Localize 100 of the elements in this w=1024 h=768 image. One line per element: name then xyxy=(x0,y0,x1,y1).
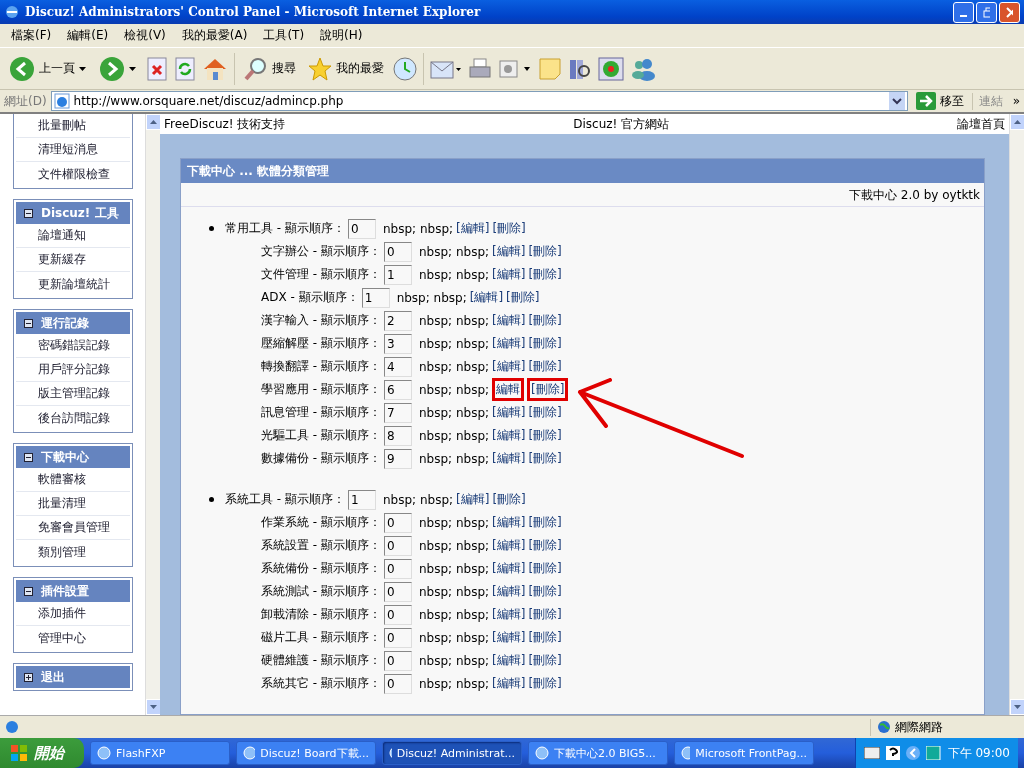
order-field[interactable]: 7 xyxy=(383,402,412,423)
edit-link[interactable]: [編輯] xyxy=(492,312,526,329)
network-icon[interactable] xyxy=(925,746,942,760)
edit-link[interactable]: [編輯] xyxy=(492,358,526,375)
scrollbar[interactable] xyxy=(145,114,160,715)
order-field[interactable]: 8 xyxy=(383,425,412,446)
order-field[interactable]: 0 xyxy=(383,581,412,602)
keyboard-icon[interactable] xyxy=(863,747,880,759)
edit-link[interactable]: [編輯] xyxy=(492,266,526,283)
delete-link[interactable]: [刪除] xyxy=(528,358,562,375)
order-field[interactable]: 0 xyxy=(383,558,412,579)
up-arrow-icon[interactable] xyxy=(150,120,157,124)
address-field[interactable]: http://www.orsquare.net/discuz/admincp.php xyxy=(50,91,908,111)
sidebar-item[interactable]: 軟體審核 xyxy=(16,468,130,492)
top-link[interactable]: Discuz! 官方網站 xyxy=(573,115,670,133)
more-button[interactable]: » xyxy=(1012,94,1020,108)
scrollbar[interactable] xyxy=(1009,114,1024,715)
edit-link[interactable]: [編輯] xyxy=(492,629,526,646)
delete-link[interactable]: [刪除] xyxy=(528,266,562,283)
edit-link[interactable]: [編輯] xyxy=(492,583,526,600)
delete-link[interactable]: [刪除] xyxy=(492,491,526,508)
delete-link[interactable]: [刪除] xyxy=(528,514,562,531)
sidebar-group-header[interactable]: 下載中心 xyxy=(16,446,130,468)
sidebar-item[interactable]: 更新論壇統計 xyxy=(16,272,130,296)
sidebar-item[interactable]: 更新緩存 xyxy=(16,248,130,272)
order-field[interactable]: 0 xyxy=(383,673,412,694)
order-field[interactable]: 0 xyxy=(383,604,412,625)
order-field[interactable]: 3 xyxy=(383,333,412,354)
up-arrow-icon[interactable] xyxy=(1014,120,1021,124)
order-field[interactable]: 0 xyxy=(383,650,412,671)
sidebar-item[interactable]: 免審會員管理 xyxy=(16,516,130,540)
delete-link[interactable]: [刪除] xyxy=(528,652,562,669)
down-arrow-icon[interactable] xyxy=(150,705,157,709)
flower-icon[interactable] xyxy=(598,56,624,81)
home-icon[interactable] xyxy=(202,56,228,81)
order-field[interactable]: 9 xyxy=(383,448,412,469)
delete-link[interactable]: [刪除] xyxy=(528,629,562,646)
edit-link[interactable]: 編輯 xyxy=(492,378,525,401)
menu-item[interactable]: 工具(T) xyxy=(256,25,312,46)
delete-link[interactable]: [刪除] xyxy=(506,289,540,306)
edit-link[interactable]: [編輯] xyxy=(492,537,526,554)
sidebar-item[interactable]: 後台訪問記錄 xyxy=(16,406,130,430)
delete-link[interactable]: [刪除] xyxy=(528,583,562,600)
order-field[interactable]: 0 xyxy=(383,627,412,648)
delete-link[interactable]: [刪除] xyxy=(528,450,562,467)
people-icon[interactable] xyxy=(630,56,656,81)
sidebar-item[interactable]: 用戶評分記錄 xyxy=(16,358,130,382)
sidebar-group-header[interactable]: 插件設置 xyxy=(16,580,130,602)
delete-link[interactable]: [刪除] xyxy=(528,427,562,444)
order-field[interactable]: 0 xyxy=(383,512,412,533)
go-button[interactable]: 移至 xyxy=(911,92,968,110)
order-field[interactable]: 1 xyxy=(347,489,376,510)
dropdown-icon[interactable] xyxy=(888,92,905,110)
top-link[interactable]: FreeDiscuz! 技術支持 xyxy=(164,115,286,133)
sidebar-item[interactable]: 管理中心 xyxy=(16,626,130,650)
edit-link[interactable]: [編輯] xyxy=(492,560,526,577)
order-field[interactable]: 0 xyxy=(383,241,412,262)
top-link[interactable]: 論壇首頁 xyxy=(957,115,1005,133)
taskbar-button[interactable]: Microsoft FrontPag... xyxy=(674,741,814,765)
edit-link[interactable]: [編輯] xyxy=(492,606,526,623)
minimize-button[interactable] xyxy=(953,1,974,23)
refresh-icon[interactable] xyxy=(174,56,196,81)
edit-link[interactable]: [編輯] xyxy=(492,450,526,467)
order-field[interactable]: 0 xyxy=(347,218,376,239)
sidebar-group-header[interactable]: 運行記錄 xyxy=(16,312,130,334)
delete-link[interactable]: [刪除] xyxy=(492,220,526,237)
menu-item[interactable]: 我的最愛(A) xyxy=(174,25,255,46)
sidebar-item[interactable]: 密碼錯誤記錄 xyxy=(16,334,130,358)
menu-item[interactable]: 檢視(V) xyxy=(117,25,173,46)
edit-link[interactable]: [編輯] xyxy=(492,243,526,260)
delete-link[interactable]: [刪除] xyxy=(528,243,562,260)
order-field[interactable]: 2 xyxy=(383,310,412,331)
taskbar-button[interactable]: Discuz! Board下載... xyxy=(236,741,376,765)
delete-link[interactable]: [刪除] xyxy=(528,312,562,329)
edit-icon[interactable] xyxy=(498,57,532,80)
delete-link[interactable]: [刪除] xyxy=(528,404,562,421)
chevron-icon[interactable] xyxy=(905,746,920,760)
taskbar-button[interactable]: Discuz! Administrat... xyxy=(382,741,522,765)
menu-item[interactable]: 說明(H) xyxy=(313,25,370,46)
sidebar-group-header[interactable]: Discuz! 工具 xyxy=(16,202,130,224)
edit-link[interactable]: [編輯] xyxy=(492,675,526,692)
down-arrow-icon[interactable] xyxy=(1014,705,1021,709)
order-field[interactable]: 0 xyxy=(383,535,412,556)
sidebar-item[interactable]: 批量清理 xyxy=(16,492,130,516)
delete-link[interactable]: [刪除] xyxy=(528,335,562,352)
search-button[interactable]: 搜尋 xyxy=(241,53,299,84)
history-icon[interactable] xyxy=(393,56,417,81)
edit-link[interactable]: [編輯] xyxy=(456,220,490,237)
edit-link[interactable]: [編輯] xyxy=(492,514,526,531)
sidebar-item[interactable]: 批量刪帖 xyxy=(16,114,130,138)
taskbar-button[interactable]: 下載中心2.0 BIG5... xyxy=(528,741,668,765)
order-field[interactable]: 1 xyxy=(383,264,412,285)
back-button[interactable]: 上一頁 xyxy=(6,52,90,85)
edit-link[interactable]: [編輯] xyxy=(492,335,526,352)
order-field[interactable]: 6 xyxy=(383,379,412,400)
sidebar-group-header[interactable]: 退出 xyxy=(16,666,130,688)
edit-link[interactable]: [編輯] xyxy=(492,427,526,444)
restore-button[interactable] xyxy=(976,1,997,23)
stop-icon[interactable] xyxy=(146,56,168,81)
sidebar-item[interactable]: 版主管理記錄 xyxy=(16,382,130,406)
